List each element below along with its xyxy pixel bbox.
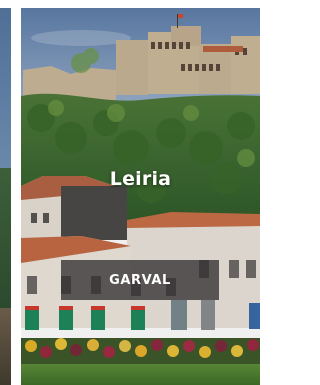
previous-card-peek[interactable]	[0, 8, 11, 385]
photo-overlay	[21, 8, 260, 385]
destination-card[interactable]: Leiria GARVAL	[21, 8, 260, 385]
previous-card-image-ground	[0, 308, 11, 385]
card-label-button[interactable]: GARVAL	[61, 260, 219, 300]
previous-card-image-sky	[0, 8, 11, 168]
previous-card-image-hill	[0, 168, 11, 308]
city-title: Leiria	[109, 168, 172, 190]
